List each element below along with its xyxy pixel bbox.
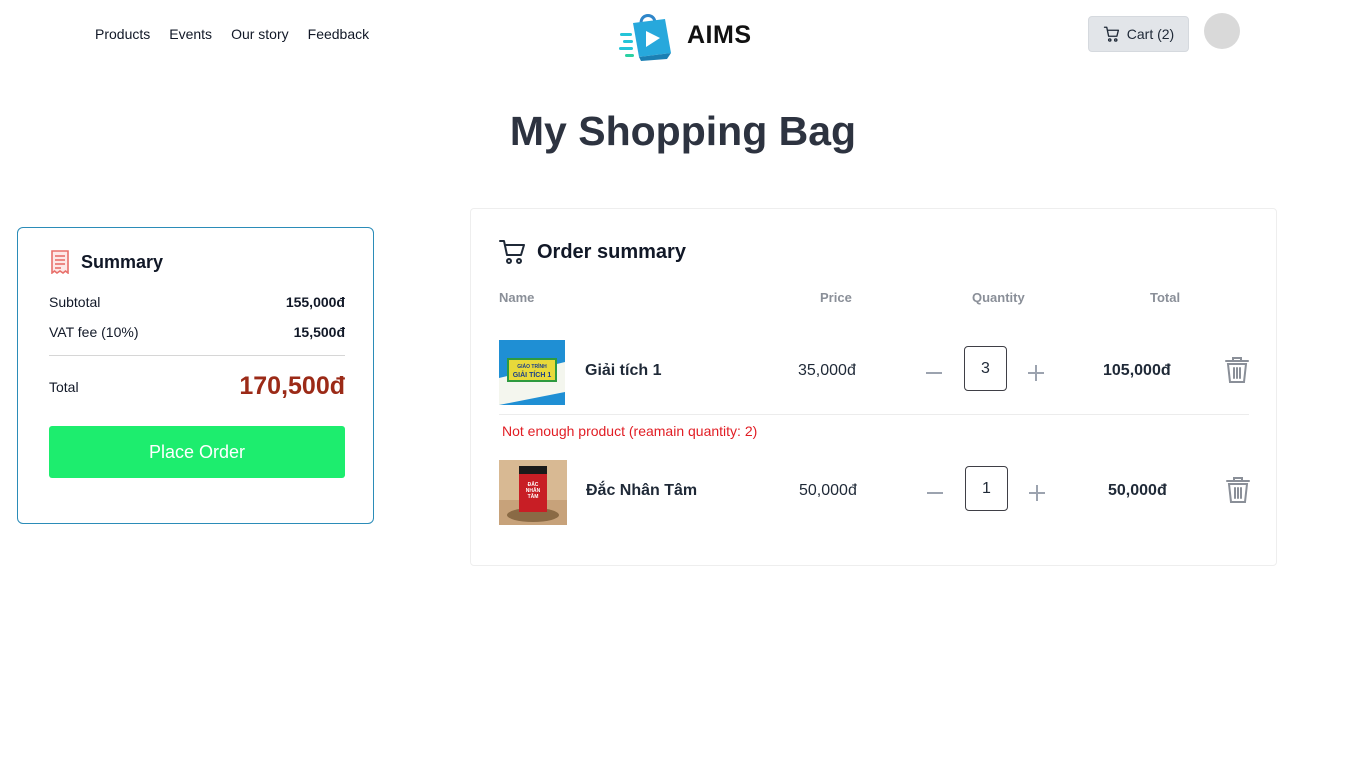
cart-icon <box>1103 26 1119 42</box>
column-name: Name <box>499 290 535 305</box>
total-label: Total <box>49 378 79 395</box>
shopping-cart-icon <box>499 240 525 264</box>
nav-our-story[interactable]: Our story <box>231 25 289 43</box>
summary-card: Summary Subtotal 155,000đ VAT fee (10%) … <box>17 227 374 524</box>
summary-divider <box>49 355 345 356</box>
product-name[interactable]: Giải tích 1 <box>585 362 661 380</box>
column-price: Price <box>820 290 852 305</box>
nav-feedback[interactable]: Feedback <box>308 25 369 43</box>
nav-products[interactable]: Products <box>95 25 150 43</box>
order-item: GIÁO TRÌNH GIẢI TÍCH 1 Giải tích 1 35,00… <box>471 340 1278 406</box>
product-total: 50,000đ <box>1108 482 1167 499</box>
cover-line-1: GIÁO TRÌNH <box>517 362 547 370</box>
product-name[interactable]: Đắc Nhân Tâm <box>586 482 697 500</box>
brand-name: AIMS <box>687 20 752 49</box>
quantity-input[interactable] <box>964 346 1007 391</box>
product-price: 35,000đ <box>798 362 856 379</box>
row-divider <box>499 414 1249 415</box>
avatar[interactable] <box>1204 13 1240 49</box>
cover-line-3: TÂM <box>528 493 539 500</box>
trash-icon[interactable] <box>1224 356 1250 384</box>
total-row: Total 170,500đ <box>49 372 345 401</box>
total-value: 170,500đ <box>239 372 345 400</box>
vat-row: VAT fee (10%) 15,500đ <box>49 324 345 340</box>
summary-header: Summary <box>49 250 163 274</box>
product-image[interactable]: ĐẮC NHÂN TÂM <box>499 460 567 525</box>
order-summary-card: Order summary Name Price Quantity Total … <box>470 208 1277 566</box>
main-nav: Products Events Our story Feedback <box>95 25 369 43</box>
minus-icon[interactable] <box>919 358 949 388</box>
place-order-button[interactable]: Place Order <box>49 426 345 478</box>
vat-value: 15,500đ <box>293 324 345 340</box>
book-cover-dac-nhan-tam: ĐẮC NHÂN TÂM <box>499 460 567 525</box>
book-cover-giai-tich: GIÁO TRÌNH GIẢI TÍCH 1 <box>499 340 565 405</box>
order-title: Order summary <box>537 240 686 263</box>
subtotal-label: Subtotal <box>49 294 101 310</box>
brand-logo[interactable]: AIMS <box>619 9 752 61</box>
quantity-input[interactable] <box>965 466 1008 511</box>
nav-events[interactable]: Events <box>169 25 212 43</box>
subtotal-row: Subtotal 155,000đ <box>49 294 345 310</box>
minus-icon[interactable] <box>920 478 950 508</box>
column-total: Total <box>1150 290 1181 305</box>
cover-line-2: GIẢI TÍCH 1 <box>513 370 552 379</box>
plus-icon[interactable] <box>1021 358 1051 388</box>
cart-label: Cart (2) <box>1126 26 1175 42</box>
receipt-icon <box>51 250 69 274</box>
vat-label: VAT fee (10%) <box>49 324 139 340</box>
page-title: My Shopping Bag <box>509 108 857 154</box>
column-quantity: Quantity <box>972 290 1025 305</box>
cover-line-1: ĐẮC <box>528 480 539 488</box>
subtotal-value: 155,000đ <box>285 294 345 310</box>
logo-icon <box>619 14 671 61</box>
trash-icon[interactable] <box>1225 476 1251 504</box>
product-price: 50,000đ <box>799 482 857 499</box>
summary-title: Summary <box>81 251 164 272</box>
product-image[interactable]: GIÁO TRÌNH GIẢI TÍCH 1 <box>499 340 565 405</box>
order-header: Order summary <box>499 239 686 265</box>
product-total: 105,000đ <box>1103 362 1171 379</box>
cart-button[interactable]: Cart (2) <box>1088 16 1189 52</box>
order-item: ĐẮC NHÂN TÂM Đắc Nhân Tâm 50,000đ 50,000… <box>471 460 1278 526</box>
plus-icon[interactable] <box>1022 478 1052 508</box>
cover-line-2: NHÂN <box>526 487 541 494</box>
stock-error-message: Not enough product (reamain quantity: 2) <box>502 423 758 439</box>
